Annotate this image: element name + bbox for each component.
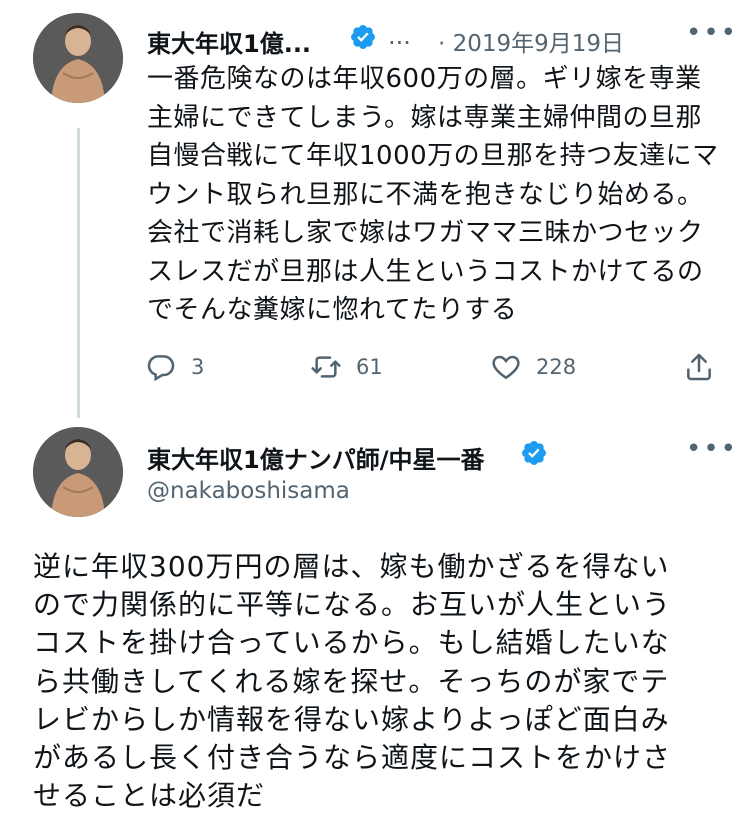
thread-connector-line bbox=[77, 128, 80, 418]
text-line: 会社で消耗し家で嫁はワガママ三昧かつセック bbox=[147, 218, 704, 248]
more-options-icon[interactable]: ••• bbox=[686, 434, 738, 464]
avatar-tweet2[interactable] bbox=[33, 427, 123, 517]
share-icon bbox=[687, 353, 711, 381]
tweet1-text: 一番危険なのは年収600万の層。ギリ嫁を専業 主婦にできてしまう。嫁は専業主婦仲… bbox=[147, 60, 737, 330]
text-line: でそんな糞嫁に惚れてたりする bbox=[147, 295, 518, 325]
reply-icon bbox=[147, 355, 175, 382]
like-count: 228 bbox=[536, 355, 577, 379]
text-line: ので力関係的に平等になる。お互いが人生という bbox=[33, 588, 672, 622]
avatar-tweet1[interactable] bbox=[33, 13, 123, 103]
tweet2-text: 逆に年収300万円の層は、嫁も働かざるを得ない ので力関係的に平等になる。お互い… bbox=[33, 548, 743, 815]
like-button[interactable]: 228 bbox=[490, 351, 576, 383]
retweet-button[interactable]: 61 bbox=[310, 351, 383, 383]
handle-tweet2[interactable]: @nakaboshisama bbox=[147, 478, 350, 504]
text-line: があるし長く付き合うなら適度にコストをかけさ bbox=[33, 741, 672, 775]
author-name-tweet2[interactable]: 東大年収1億ナンパ師/中星一番 bbox=[147, 440, 484, 475]
retweet-icon bbox=[311, 356, 341, 378]
text-line: 逆に年収300万円の層は、嫁も働かざるを得ない bbox=[33, 550, 670, 583]
avatar-image bbox=[33, 13, 123, 103]
reply-count: 3 bbox=[191, 355, 205, 379]
more-options-icon[interactable]: ••• bbox=[686, 18, 738, 48]
verified-badge-icon bbox=[522, 441, 546, 465]
reply-button[interactable]: 3 bbox=[145, 351, 204, 383]
text-line: スレスだが旦那は人生というコストかけてるの bbox=[147, 256, 704, 287]
text-line: ウント取られ旦那に不満を抱きなじり始める。 bbox=[147, 179, 704, 210]
tweet1-date[interactable]: · 2019年9月19日 bbox=[438, 24, 624, 58]
retweet-count: 61 bbox=[356, 355, 383, 379]
handle-tweet1[interactable]: ... bbox=[388, 22, 411, 50]
text-line: 一番危険なのは年収600万の層。ギリ嫁を専業 bbox=[147, 64, 702, 94]
text-line: レビからしか情報を得ない嫁よりよっぽど面白み bbox=[33, 702, 670, 736]
text-line: ら共働きしてくれる嫁を探せ。そっちのが家でテ bbox=[33, 664, 670, 698]
like-icon bbox=[492, 355, 520, 380]
author-name-tweet1[interactable]: 東大年収1億... bbox=[147, 24, 311, 59]
text-line: 主婦にできてしまう。嫁は専業主婦仲間の旦那 bbox=[147, 102, 702, 133]
share-button[interactable] bbox=[683, 351, 715, 383]
verified-badge-icon bbox=[351, 25, 375, 49]
text-line: コストを掛け合っているから。もし結婚したいな bbox=[33, 626, 670, 660]
text-line: 自慢合戦にて年収1000万の旦那を持つ友達にマ bbox=[147, 141, 719, 171]
text-line: せることは必須だ bbox=[33, 779, 266, 813]
avatar-image bbox=[33, 427, 123, 517]
